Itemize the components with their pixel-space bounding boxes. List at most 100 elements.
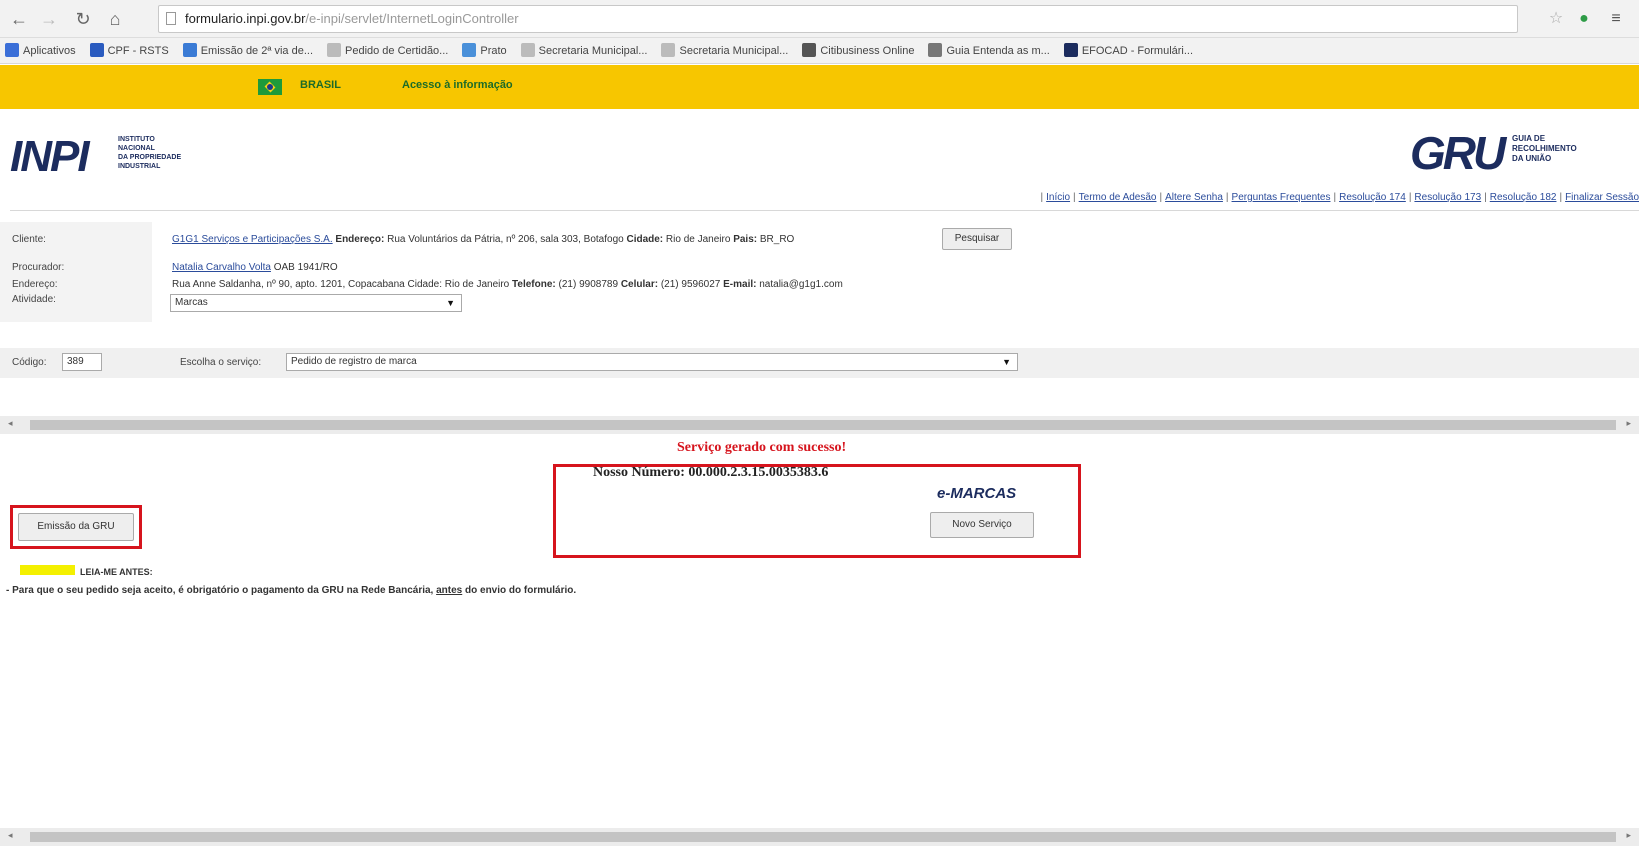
chevron-down-icon: ▼ xyxy=(446,298,455,308)
servico-select[interactable]: Pedido de registro de marca ▼ xyxy=(286,353,1018,371)
bookmark-icon xyxy=(661,43,676,57)
cliente-name-link[interactable]: G1G1 Serviços e Participações S.A. xyxy=(172,234,333,245)
nosso-numero-label: Nosso Número: xyxy=(593,465,685,480)
gru-subtitle-line: GUIA DE xyxy=(1512,134,1546,143)
scroll-thumb[interactable] xyxy=(30,832,1616,842)
client-info: Cliente: Procurador: Endereço: Atividade… xyxy=(0,222,1639,330)
bookmark-label: Emissão de 2ª via de... xyxy=(200,45,313,57)
url-domain: formulario.inpi.gov.br xyxy=(185,11,306,26)
pesquisar-button[interactable]: Pesquisar xyxy=(942,228,1012,250)
top-nav-link[interactable]: Resolução 182 xyxy=(1490,192,1557,203)
page-icon xyxy=(166,12,176,25)
bookmark-item[interactable]: Pedido de Certidão... xyxy=(322,38,457,63)
bookmark-item[interactable]: Guia Entenda as m... xyxy=(923,38,1058,63)
bottom-horizontal-scrollbar[interactable]: ◂ ▸ xyxy=(0,828,1639,846)
procurador-label: Procurador: xyxy=(12,262,65,273)
bookmark-item[interactable]: Aplicativos xyxy=(0,38,85,63)
bookmark-icon xyxy=(802,43,817,57)
brazil-flag-icon xyxy=(258,79,282,95)
cidade-label: Cidade: xyxy=(626,234,664,245)
bookmark-icon xyxy=(520,43,535,57)
home-icon[interactable]: ⌂ xyxy=(104,8,126,30)
scroll-left-icon[interactable]: ◂ xyxy=(8,830,13,841)
scroll-right-icon[interactable]: ▸ xyxy=(1626,830,1631,841)
bookmark-item[interactable]: CPF - RSTS xyxy=(85,38,178,63)
bookmark-item[interactable]: Secretaria Municipal... xyxy=(516,38,657,63)
top-nav-link[interactable]: Perguntas Frequentes xyxy=(1232,192,1331,203)
address-bar[interactable]: formulario.inpi.gov.br/e-inpi/servlet/In… xyxy=(158,5,1518,33)
endereco-label: Endereço: xyxy=(12,279,58,290)
emarcas-logo[interactable]: e-MARCAS xyxy=(937,485,1016,502)
bookmark-label: Secretaria Municipal... xyxy=(679,45,789,57)
menu-icon[interactable]: ≡ xyxy=(1606,9,1626,29)
star-icon[interactable]: ☆ xyxy=(1546,9,1566,29)
bookmark-item[interactable]: Citibusiness Online xyxy=(797,38,923,63)
top-nav-link[interactable]: Altere Senha xyxy=(1165,192,1223,203)
reload-icon[interactable]: ↻ xyxy=(72,8,94,30)
atividade-selected: Marcas xyxy=(175,297,208,308)
top-nav-link[interactable]: Resolução 173 xyxy=(1414,192,1481,203)
gru-subtitle: GUIA DE RECOLHIMENTO DA UNIÃO xyxy=(1512,134,1577,164)
nosso-numero: Nosso Número: 00.000.2.3.15.0035383.6 xyxy=(593,465,828,481)
bookmark-item[interactable]: EFOCAD - Formulári... xyxy=(1059,38,1202,63)
top-nav-link[interactable]: Resolução 174 xyxy=(1339,192,1406,203)
uf-label: Pais: xyxy=(733,234,758,245)
url-path: /e-inpi/servlet/InternetLoginController xyxy=(305,11,519,26)
top-nav-link[interactable]: Termo de Adesão xyxy=(1079,192,1157,203)
bookmarks-bar: Aplicativos CPF - RSTS Emissão de 2ª via d… xyxy=(0,38,1639,64)
scroll-left-icon[interactable]: ◂ xyxy=(8,418,13,429)
bookmark-icon xyxy=(5,43,19,57)
scroll-thumb[interactable] xyxy=(30,420,1616,430)
leia-me-label: LEIA-ME ANTES: xyxy=(80,567,153,577)
link-separator: | xyxy=(1559,192,1563,203)
novo-servico-button[interactable]: Novo Serviço xyxy=(930,512,1034,538)
codigo-value: 389 xyxy=(67,356,84,367)
codigo-label: Código: xyxy=(12,357,47,368)
link-separator: | xyxy=(1040,192,1044,203)
brasil-link[interactable]: BRASIL xyxy=(300,79,341,91)
top-nav-link[interactable]: Finalizar Sessão xyxy=(1565,192,1639,203)
acesso-informacao-link[interactable]: Acesso à informação xyxy=(402,79,513,91)
link-separator: | xyxy=(1225,192,1229,203)
inpi-logo: INPI xyxy=(10,132,90,181)
bookmark-item[interactable]: Prato xyxy=(457,38,515,63)
cidade-value: Rio de Janeiro xyxy=(665,234,731,245)
email-label: E-mail: xyxy=(723,279,757,290)
bookmark-item[interactable]: Secretaria Municipal... xyxy=(656,38,797,63)
bookmark-label: Pedido de Certidão... xyxy=(345,45,449,57)
service-row: Código: 389 Escolha o serviço: Pedido de… xyxy=(0,348,1639,378)
gru-subtitle-line: DA UNIÃO xyxy=(1512,154,1552,163)
cliente-row: G1G1 Serviços e Participações S.A. Ender… xyxy=(172,234,794,245)
bookmark-label: Secretaria Municipal... xyxy=(538,45,648,57)
bookmark-icon xyxy=(327,43,341,57)
horizontal-scrollbar[interactable]: ◂ ▸ xyxy=(0,416,1639,434)
chevron-down-icon: ▼ xyxy=(1002,357,1011,367)
gov-bar: BRASIL Acesso à informação xyxy=(0,65,1639,109)
bookmark-item[interactable]: Emissão de 2ª via de... xyxy=(178,38,322,63)
codigo-input[interactable]: 389 xyxy=(62,353,102,371)
procurador-name-link[interactable]: Natalia Carvalho Volta xyxy=(172,262,271,273)
extension-icon[interactable]: ● xyxy=(1574,9,1594,29)
cliente-label: Cliente: xyxy=(12,234,46,245)
highlight-marker xyxy=(20,565,75,575)
bookmark-icon xyxy=(89,43,104,57)
back-icon[interactable]: ← xyxy=(8,8,30,30)
bookmark-label: Prato xyxy=(480,45,507,57)
procurador-oab: OAB 1941/RO xyxy=(273,262,338,273)
inpi-subtitle-line: DA PROPRIEDADE xyxy=(118,154,182,161)
atividade-label: Atividade: xyxy=(12,294,56,305)
atividade-select[interactable]: Marcas ▼ xyxy=(170,294,462,312)
bookmark-icon xyxy=(1063,43,1078,57)
gru-subtitle-line: RECOLHIMENTO xyxy=(1512,144,1577,153)
top-nav-link[interactable]: Início xyxy=(1046,192,1070,203)
inpi-subtitle-line: NACIONAL xyxy=(118,145,155,152)
top-nav-links: | Início | Termo de Adesão | Altere Senha | Per… xyxy=(820,192,1639,206)
scroll-right-icon[interactable]: ▸ xyxy=(1626,418,1631,429)
emissao-gru-button[interactable]: Emissão da GRU xyxy=(18,513,134,541)
bookmark-label: CPF - RSTS xyxy=(107,45,169,57)
inpi-subtitle-line: INSTITUTO xyxy=(118,136,155,143)
inpi-subtitle-line: INDUSTRIAL xyxy=(118,163,161,170)
link-separator: | xyxy=(1073,192,1076,203)
forward-icon[interactable]: → xyxy=(38,8,60,30)
bookmark-label: EFOCAD - Formulári... xyxy=(1081,45,1194,57)
